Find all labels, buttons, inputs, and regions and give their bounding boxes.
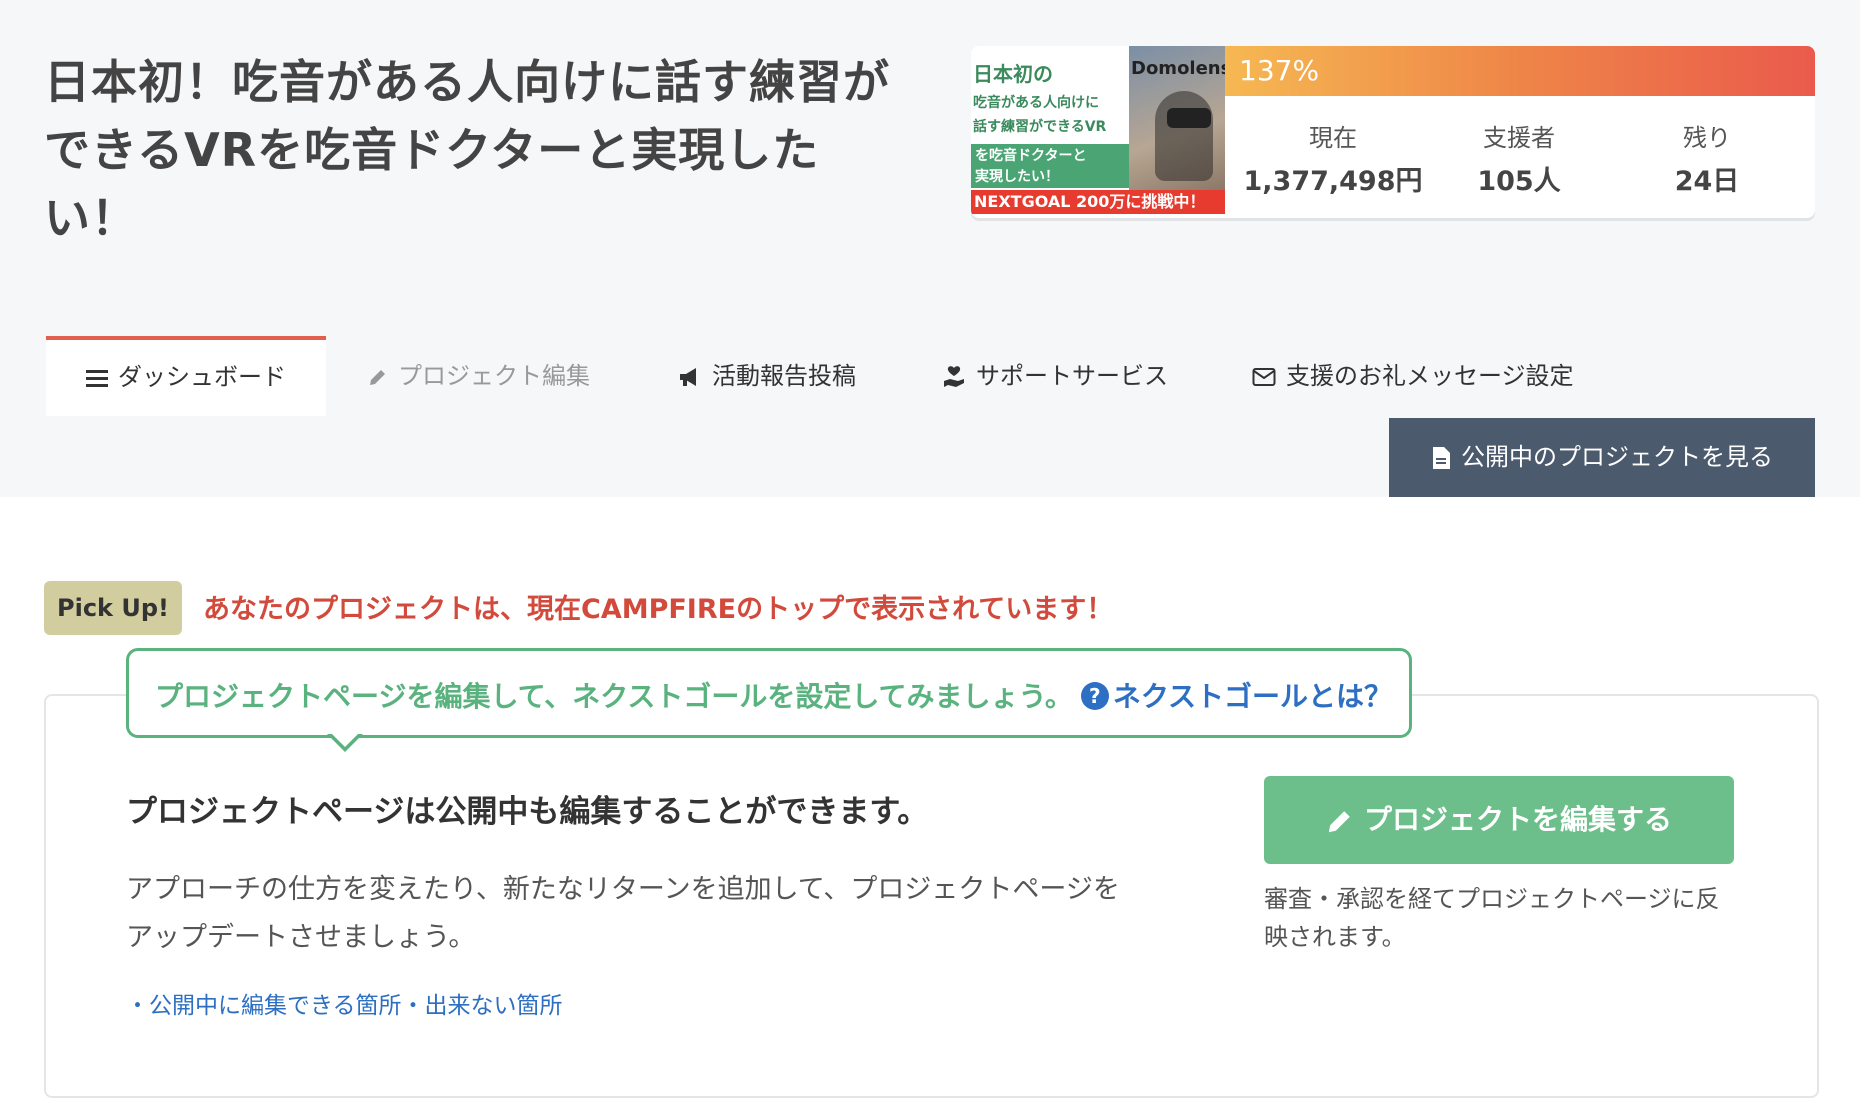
pencil-icon	[370, 370, 385, 385]
pencil-icon	[1328, 811, 1350, 833]
stat-value: 105人	[1477, 166, 1561, 197]
question-circle-icon: ?	[1080, 682, 1109, 710]
next-goal-callout: プロジェクトページを編集して、ネクストゴールを設定してみましょう。? ネクストゴー…	[126, 648, 1412, 738]
pickup-message: あなたのプロジェクトは、現在CAMPFIREのトップで表示されています！	[203, 594, 1114, 625]
envelope-icon	[1252, 368, 1276, 386]
thumbnail-banner: NEXTGOAL 200万に挑戦中！	[971, 190, 1225, 214]
hand-heart-icon	[944, 366, 964, 387]
pickup-badge: Pick Up!	[44, 581, 182, 635]
progress-bar: 137%	[1225, 46, 1815, 96]
tab-label: 活動報告投稿	[712, 362, 856, 390]
edit-project-button[interactable]: プロジェクトを編集する	[1264, 776, 1734, 864]
panel-description: アプローチの仕方を変えたり、新たなリターンを追加して、プロジェクトページをアップ…	[126, 874, 1120, 953]
tab-project-edit[interactable]: プロジェクト編集	[368, 336, 590, 416]
project-header: 日本初！吃音がある人向けに話す練習ができるVRを吃音ドクターと実現したい！ Do…	[0, 0, 1860, 497]
next-goal-link[interactable]: ネクストゴールとは？	[1113, 680, 1392, 713]
thumbnail-lines: 吃音がある人向けに 話す練習ができるVR	[973, 91, 1129, 139]
stat-label: 現在	[1309, 124, 1357, 152]
person-silhouette	[1155, 91, 1213, 181]
stat-label: 支援者	[1483, 124, 1555, 152]
stat-current: 現在 1,377,498円	[1235, 118, 1431, 198]
panel-heading: プロジェクトページは公開中も編集することができます。	[126, 794, 929, 830]
stat-value: 24日	[1674, 166, 1740, 197]
document-icon	[1433, 447, 1450, 469]
tab-dashboard[interactable]: ダッシュボード	[46, 336, 326, 416]
tab-label: 支援のお礼メッセージ設定	[1286, 362, 1574, 390]
thumbnail-line2: 吃音がある人向けに	[973, 95, 1099, 111]
tab-label: サポートサービス	[976, 362, 1168, 390]
callout-message: プロジェクトページを編集して、ネクストゴールを設定してみましょう。	[155, 680, 1073, 713]
thumbnail-box-line2: 実現したい！	[975, 169, 1059, 185]
stat-label: 残り	[1683, 124, 1731, 152]
edit-button-label: プロジェクトを編集する	[1363, 803, 1672, 836]
editable-sections-link[interactable]: ・公開中に編集できる箇所・出来ない箇所	[126, 986, 563, 1020]
progress-percent: 137%	[1239, 54, 1320, 87]
thumbnail-green-box: を吃音ドクターと 実現したい！	[971, 144, 1129, 188]
tab-thank-you-message[interactable]: 支援のお礼メッセージ設定	[1252, 336, 1574, 416]
thumbnail-line3: 話す練習ができるVR	[973, 119, 1107, 135]
vr-headset-icon	[1167, 108, 1211, 128]
thumbnail-brand: Domolens	[1131, 58, 1225, 79]
tab-support-service[interactable]: サポートサービス	[942, 336, 1168, 416]
stat-value: 1,377,498円	[1243, 166, 1423, 197]
menu-icon	[86, 370, 108, 387]
edit-review-note: 審査・承認を経てプロジェクトページに反映されます。	[1264, 885, 1720, 951]
tab-label: プロジェクト編集	[398, 362, 590, 390]
tab-activity-report[interactable]: 活動報告投稿	[678, 336, 856, 416]
project-summary-card: Domolens 日本初の 吃音がある人向けに 話す練習ができるVR を吃音ドク…	[971, 46, 1815, 218]
thumbnail-box-line1: を吃音ドクターと	[975, 148, 1087, 164]
thumbnail-line1: 日本初の	[973, 62, 1053, 86]
project-thumbnail[interactable]: Domolens 日本初の 吃音がある人向けに 話す練習ができるVR を吃音ドク…	[971, 46, 1225, 214]
view-public-project-button[interactable]: 公開中のプロジェクトを見る	[1389, 418, 1815, 497]
stat-remaining: 残り 24日	[1609, 118, 1805, 198]
megaphone-icon	[680, 368, 696, 386]
tab-label: ダッシュボード	[118, 363, 286, 391]
view-button-label: 公開中のプロジェクトを見る	[1461, 443, 1773, 471]
stat-supporters: 支援者 105人	[1421, 118, 1617, 198]
project-title: 日本初！吃音がある人向けに話す練習ができるVRを吃音ドクターと実現したい！	[44, 55, 890, 245]
